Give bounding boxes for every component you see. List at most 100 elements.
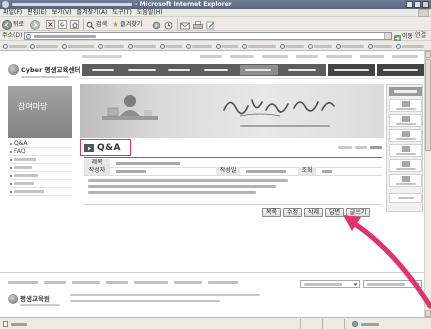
footer-link[interactable] <box>72 281 100 284</box>
close-button[interactable] <box>422 1 429 8</box>
nav-item[interactable] <box>126 64 160 76</box>
link-item[interactable] <box>128 43 156 49</box>
menu-edit[interactable]: 편집(E) <box>27 9 47 16</box>
footer-link[interactable] <box>174 281 202 284</box>
nav-box-left[interactable] <box>328 64 375 76</box>
refresh-button[interactable] <box>58 19 67 30</box>
logo-text: Cyber 평생교육센터 <box>21 66 81 74</box>
link-item[interactable] <box>62 43 94 49</box>
quick-menu-item[interactable] <box>389 114 422 127</box>
stop-button[interactable] <box>46 19 55 30</box>
link-item[interactable] <box>336 43 364 49</box>
media-button[interactable] <box>152 19 161 30</box>
footer-link[interactable] <box>8 281 38 284</box>
vertical-scrollbar[interactable] <box>424 51 431 317</box>
link-item[interactable] <box>396 43 424 49</box>
mail-button[interactable] <box>180 19 190 30</box>
sidebar-item[interactable] <box>8 172 72 180</box>
sidebar-item-qna[interactable]: Q&A <box>8 140 72 148</box>
minimize-button[interactable] <box>406 1 413 8</box>
edit-button[interactable] <box>206 19 215 30</box>
menu-file[interactable]: 파일(F) <box>3 9 22 16</box>
quick-menu-item[interactable] <box>389 174 422 187</box>
footer-address <box>70 294 270 306</box>
related-site-select[interactable] <box>363 280 422 288</box>
address-input[interactable] <box>24 32 392 46</box>
illegible-text <box>204 69 228 71</box>
list-button[interactable]: 목록 <box>262 208 281 217</box>
scroll-thumb[interactable] <box>425 59 431 151</box>
utility-link[interactable] <box>262 55 288 58</box>
menu-tools[interactable]: 도구(T) <box>112 9 131 16</box>
back-button[interactable]: 뒤로 <box>2 19 24 30</box>
footer-link[interactable] <box>106 281 128 284</box>
utility-link[interactable] <box>360 55 384 58</box>
link-item[interactable] <box>160 43 182 49</box>
footer-link[interactable] <box>134 281 168 284</box>
page-icon <box>3 321 8 327</box>
link-item[interactable] <box>98 43 124 49</box>
quick-menu-item[interactable] <box>389 129 422 142</box>
link-item[interactable] <box>280 43 304 49</box>
sidebar-item-label: Q&A <box>14 140 28 147</box>
quick-menu-item[interactable] <box>389 99 422 112</box>
edit-button[interactable]: 수정 <box>283 208 302 217</box>
sidebar-item-faq[interactable]: FAQ <box>8 148 72 156</box>
maximize-button[interactable] <box>414 1 421 8</box>
reply-button[interactable]: 답변 <box>325 208 344 217</box>
forward-button[interactable] <box>30 19 40 30</box>
link-item[interactable] <box>30 43 58 49</box>
illegible-text <box>82 55 122 58</box>
quick-menu-item[interactable] <box>389 144 422 157</box>
nav-item[interactable] <box>286 64 320 76</box>
search-button[interactable]: 검색 <box>86 19 107 30</box>
sidebar-item[interactable] <box>8 180 72 188</box>
scroll-down-button[interactable] <box>425 310 431 317</box>
footer-link[interactable] <box>208 281 238 284</box>
ie-icon <box>308 43 313 49</box>
sidebar-item[interactable] <box>8 156 72 164</box>
sidebar-item[interactable] <box>8 164 72 172</box>
address-dropdown-button[interactable] <box>384 33 391 46</box>
nav-item[interactable] <box>90 64 120 76</box>
link-item[interactable] <box>242 43 276 49</box>
links-label[interactable]: 연결 <box>415 32 426 39</box>
ie-icon <box>30 43 35 49</box>
utility-link[interactable] <box>230 55 254 58</box>
link-item[interactable] <box>186 43 212 49</box>
menu-view[interactable]: 보기(V) <box>52 9 72 16</box>
scroll-up-button[interactable] <box>425 51 431 58</box>
link-item[interactable] <box>3 43 27 49</box>
illegible-text <box>286 44 304 48</box>
utility-link[interactable] <box>296 55 318 58</box>
print-button[interactable] <box>193 19 203 30</box>
sidebar-item[interactable] <box>8 188 72 196</box>
history-button[interactable] <box>164 19 173 30</box>
favorites-button[interactable]: ★ 즐겨찾기 <box>112 19 142 30</box>
link-item[interactable] <box>308 43 332 49</box>
nav-item[interactable] <box>166 64 196 76</box>
section-banner <box>80 84 384 138</box>
illegible-text <box>374 44 392 48</box>
utility-link[interactable] <box>200 55 222 58</box>
utility-link[interactable] <box>392 55 418 58</box>
quick-menu-item[interactable] <box>389 159 422 172</box>
link-item[interactable] <box>368 43 392 49</box>
nav-box-right[interactable] <box>377 64 424 76</box>
home-button[interactable] <box>70 19 79 30</box>
nav-item[interactable] <box>202 64 232 76</box>
go-button[interactable]: 이동 <box>394 32 413 42</box>
footer-link[interactable] <box>44 281 66 284</box>
utility-link[interactable] <box>326 55 352 58</box>
nav-item-active[interactable] <box>240 65 278 75</box>
illegible-text <box>12 3 132 6</box>
write-button[interactable]: 글쓰기 <box>346 208 370 217</box>
ie-icon <box>336 43 341 49</box>
illegible-text <box>338 146 352 149</box>
banner-illustration <box>102 95 158 120</box>
quick-menu-top-button[interactable] <box>389 193 422 203</box>
site-logo[interactable]: Cyber 평생교육센터 <box>8 62 80 82</box>
family-site-select[interactable] <box>300 280 360 288</box>
delete-button[interactable]: 삭제 <box>304 208 323 217</box>
link-item[interactable] <box>216 43 238 49</box>
